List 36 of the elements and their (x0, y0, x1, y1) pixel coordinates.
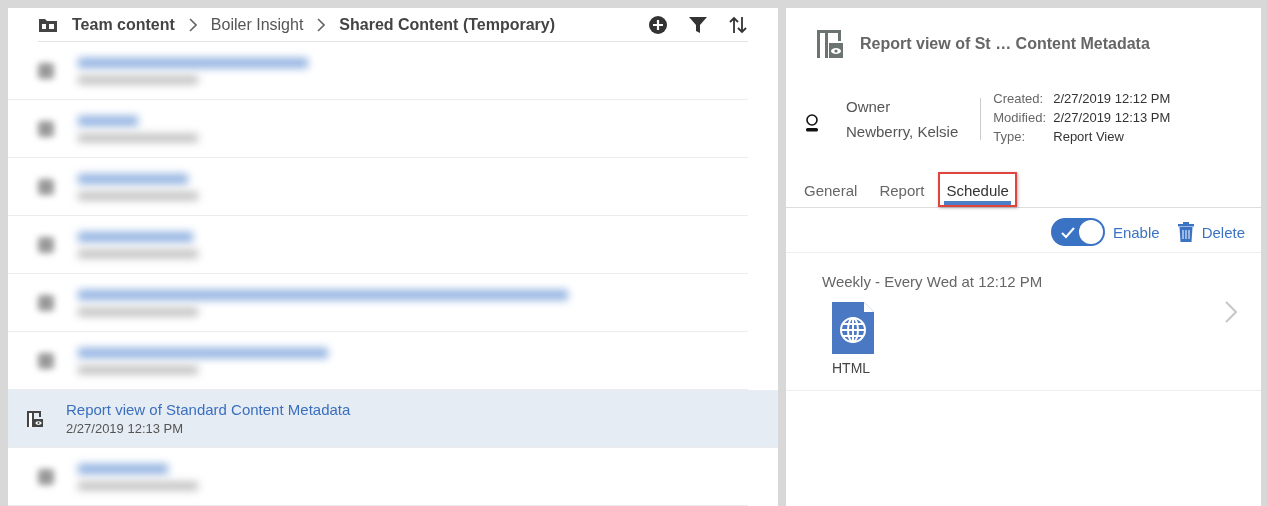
tab[interactable]: Report (871, 172, 933, 207)
add-icon[interactable] (648, 14, 668, 35)
owner-name: Newberry, Kelsie (846, 123, 959, 140)
enable-toggle[interactable] (1050, 218, 1105, 246)
meta-value: 2/27/2019 12:12 PM (1053, 90, 1171, 106)
schedule-summary: Weekly - Every Wed at 12:12 PM (822, 273, 1044, 290)
folder-icon (38, 16, 58, 33)
filter-icon[interactable] (688, 14, 708, 35)
sort-icon[interactable] (728, 14, 748, 35)
tab[interactable]: General (796, 172, 866, 207)
details-title: Report view of St … Content Metadata (860, 35, 1150, 53)
list-item[interactable]: Report view of Standard Content Metadata 2/27/2019 12:13 PM (8, 390, 778, 448)
chevron-icon (317, 17, 326, 32)
report-view-icon (816, 29, 844, 59)
meta-value: Report View (1053, 128, 1124, 144)
html-file-icon (832, 302, 874, 354)
breadcrumb-link[interactable]: Team content (72, 15, 175, 34)
item-title[interactable]: Report view of Standard Content Metadata (66, 401, 351, 418)
meta-label: Modified: (993, 109, 1047, 125)
enable-link[interactable]: Enable (1112, 223, 1160, 241)
delete-link[interactable]: Delete (1201, 223, 1245, 241)
user-icon (804, 114, 820, 132)
chevron-icon (188, 17, 197, 32)
report-view-icon (26, 409, 44, 428)
owner-label: Owner (846, 98, 892, 115)
item-date: 2/27/2019 12:13 PM (66, 421, 185, 436)
trash-icon[interactable] (1177, 222, 1194, 242)
tab[interactable]: Schedule (938, 172, 1017, 207)
meta-value: 2/27/2019 12:13 PM (1053, 109, 1171, 125)
checkmark-icon (1060, 227, 1075, 239)
meta-label: Type: (993, 128, 1027, 144)
chevron-icon[interactable] (1225, 301, 1237, 323)
meta-label: Created: (993, 90, 1045, 106)
format-label: HTML (832, 360, 871, 376)
breadcrumb-link[interactable]: Shared Content (Temporary) (339, 15, 556, 34)
breadcrumb-link[interactable]: Boiler Insight (210, 15, 304, 34)
